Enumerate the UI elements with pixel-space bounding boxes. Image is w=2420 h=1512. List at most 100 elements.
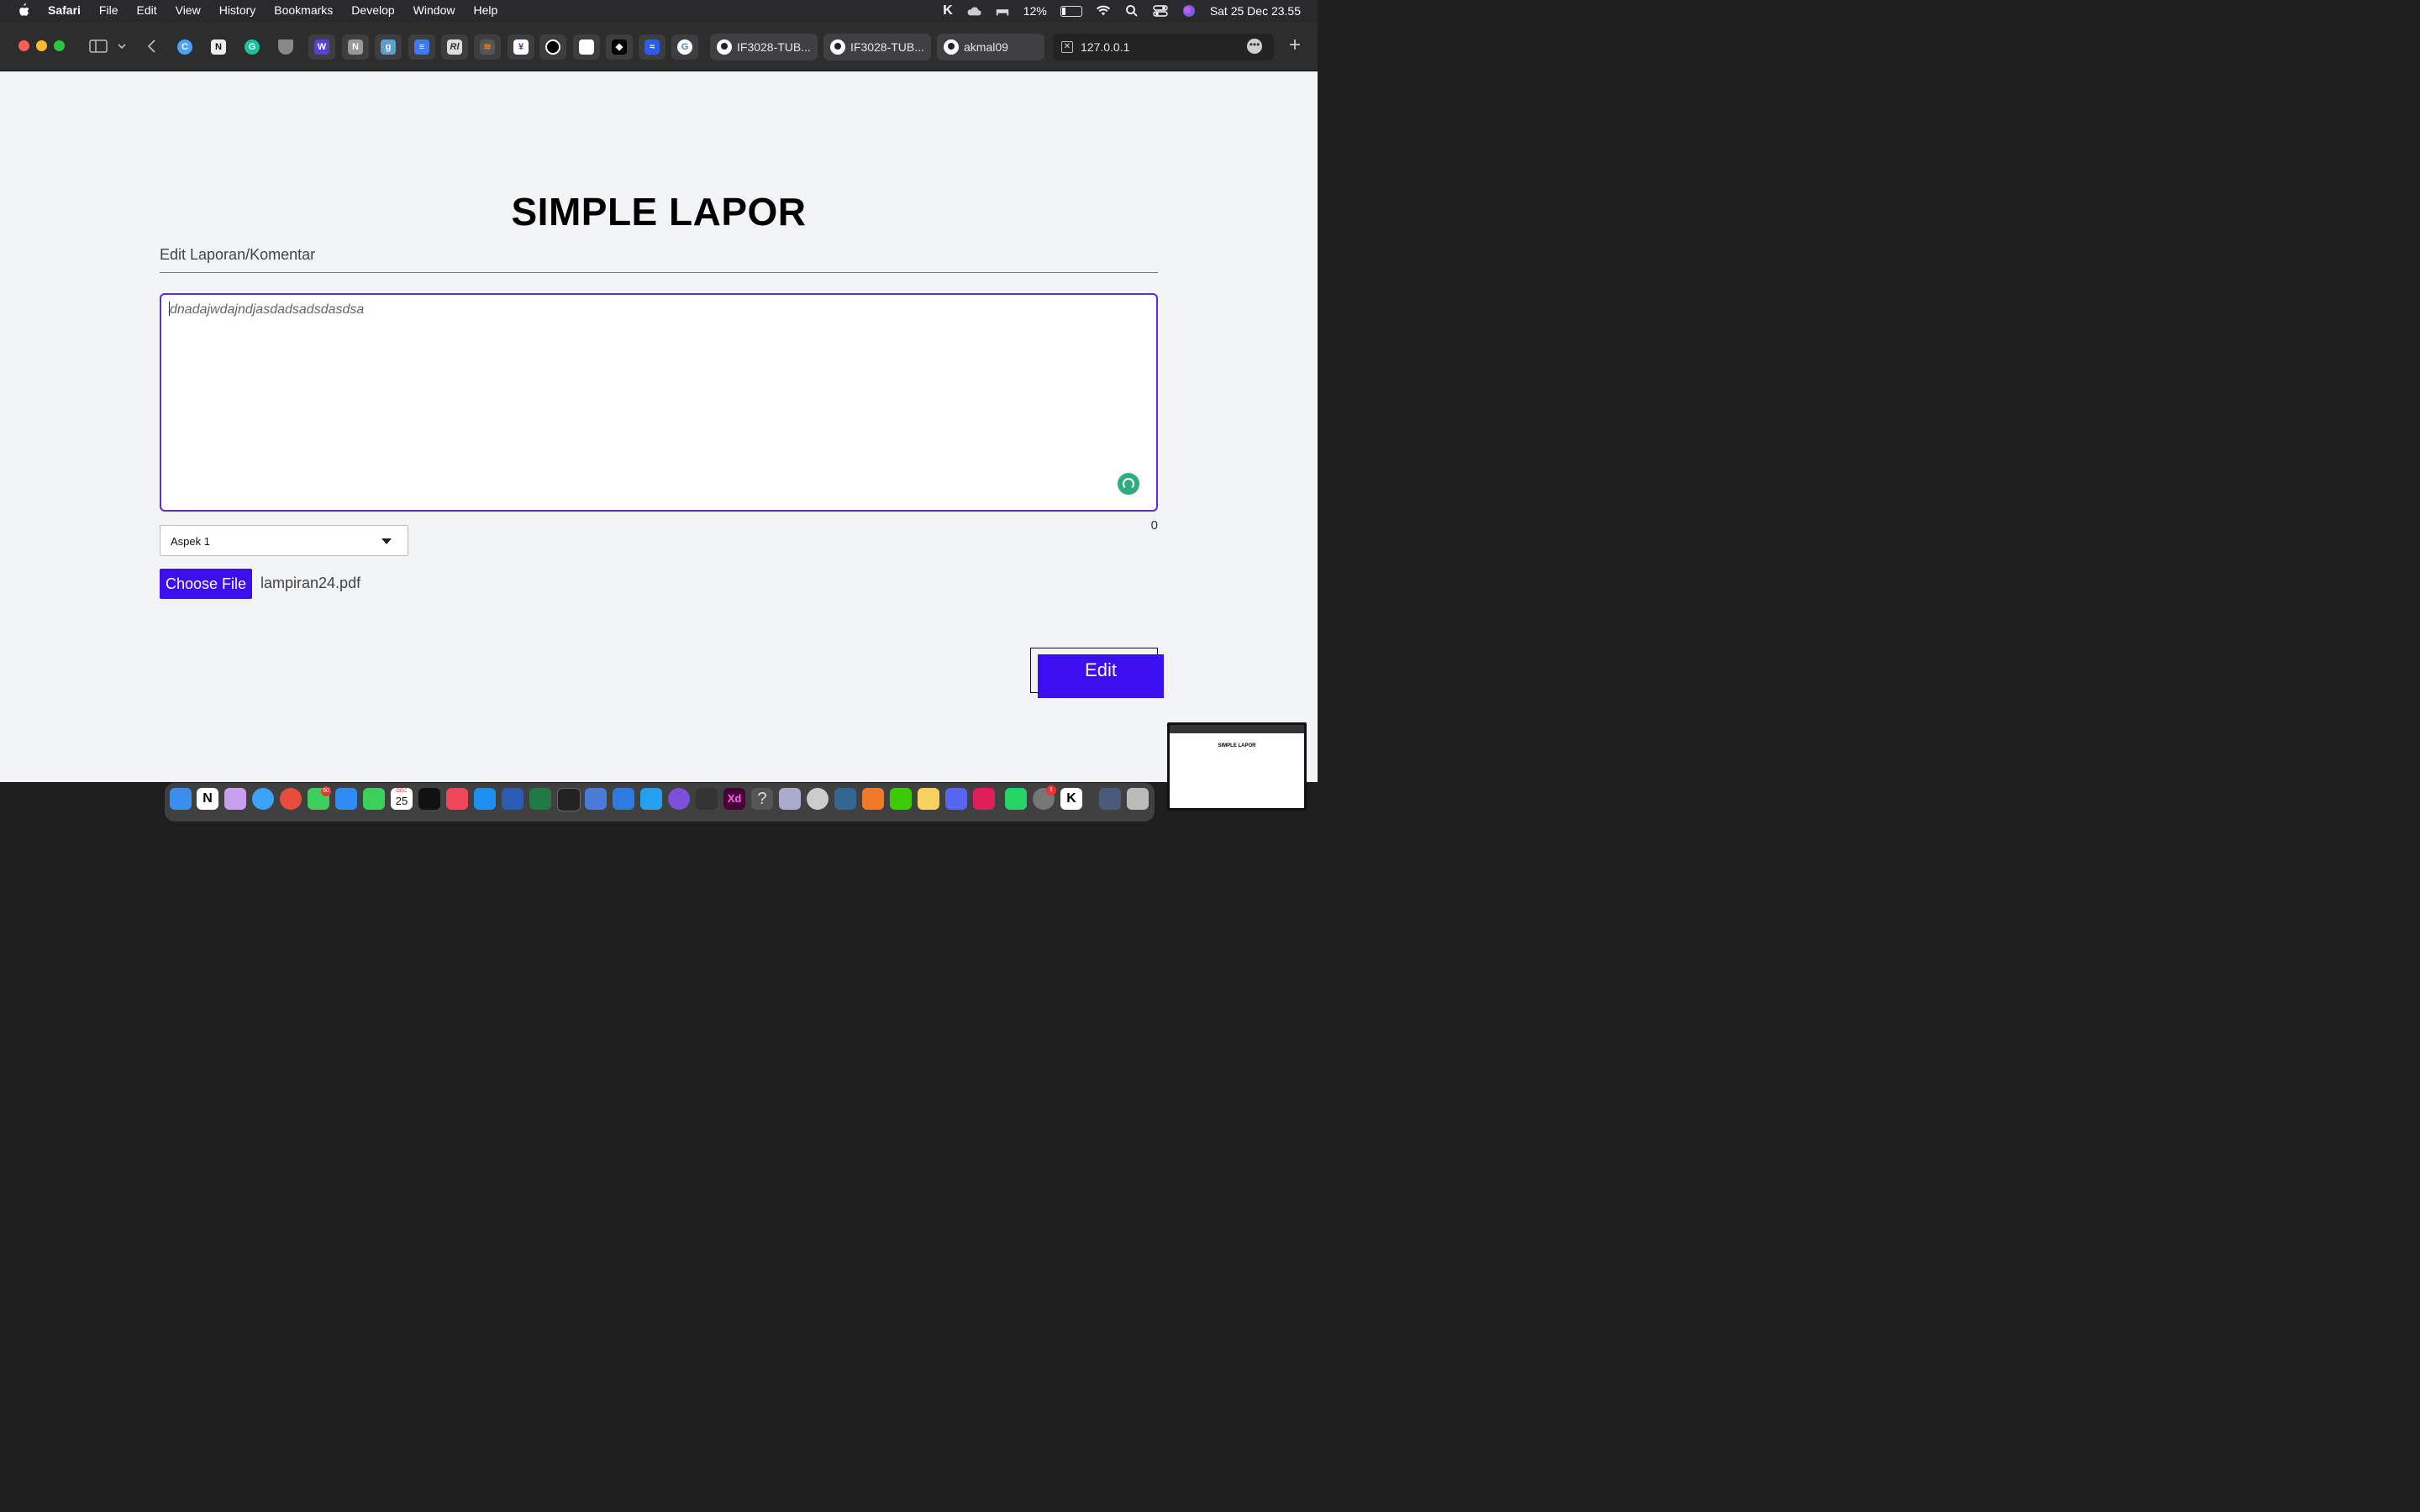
control-center-icon[interactable] — [1153, 4, 1168, 18]
favorite-apple-icon[interactable] — [573, 34, 600, 60]
report-textarea[interactable]: dnadajwdajndjasdadsadsdasdsa — [160, 293, 1158, 512]
zoom-window-button[interactable] — [54, 40, 65, 51]
selected-file-name: lampiran24.pdf — [260, 575, 361, 591]
safari-icon[interactable] — [252, 788, 274, 810]
cloud-icon[interactable] — [966, 4, 981, 18]
notes-icon[interactable] — [918, 788, 939, 810]
terminal-icon[interactable] — [557, 788, 581, 811]
grammarly-icon[interactable] — [1118, 473, 1139, 495]
figma-icon[interactable] — [696, 788, 718, 810]
report-text: dnadajwdajndjasdadsadsdasdsa — [170, 302, 365, 317]
developer-icon[interactable] — [613, 788, 634, 810]
favorite-c-icon[interactable]: C — [171, 34, 198, 60]
siri-icon[interactable] — [1181, 4, 1197, 18]
chrome-icon[interactable] — [280, 788, 302, 810]
favorite-rl-icon[interactable]: Rl — [441, 34, 468, 60]
page-subtitle: Edit Laporan/Komentar — [160, 246, 316, 263]
favorite-bird-icon[interactable]: ◆ — [606, 34, 633, 60]
bed-icon[interactable] — [995, 4, 1010, 18]
slack-icon[interactable] — [973, 788, 995, 810]
whatsapp-icon[interactable] — [1005, 788, 1027, 810]
apple-tv-icon[interactable] — [418, 788, 440, 810]
pen-app-icon[interactable] — [862, 788, 884, 810]
mail-icon[interactable] — [335, 788, 357, 810]
postgres-icon[interactable] — [834, 788, 856, 810]
minimize-window-button[interactable] — [36, 40, 47, 51]
favorite-g-icon[interactable]: g — [375, 34, 402, 60]
launchpad-icon[interactable] — [224, 788, 246, 810]
calendar-icon[interactable]: DEC 25 — [391, 788, 413, 810]
edit-button[interactable]: Edit — [1038, 654, 1164, 698]
vscode-icon[interactable] — [640, 788, 662, 810]
xcode-icon[interactable] — [585, 788, 607, 810]
more-icon[interactable]: ••• — [1247, 39, 1262, 54]
favorite-docs-icon[interactable]: ≡ — [408, 34, 435, 60]
battery-icon[interactable] — [1060, 5, 1082, 17]
search-icon[interactable] — [1124, 4, 1139, 18]
wifi-icon[interactable] — [1096, 4, 1111, 18]
tab-github-3[interactable]: akmal09 — [937, 34, 1044, 60]
menu-file[interactable]: File — [99, 3, 118, 17]
menu-view[interactable]: View — [176, 3, 201, 17]
calendar-day: 25 — [395, 795, 408, 807]
adobe-xd-icon[interactable]: Xd — [723, 788, 745, 810]
favorite-circle-icon[interactable] — [539, 34, 566, 60]
divider — [160, 272, 1158, 273]
favorite-w-icon[interactable]: W — [308, 34, 335, 60]
k-app-icon[interactable]: K — [943, 3, 953, 18]
favorite-grammarly-icon[interactable]: G — [239, 34, 266, 60]
battery-percent: 12% — [1023, 4, 1047, 18]
tableplus-icon[interactable] — [807, 788, 829, 810]
favorite-shield-icon[interactable] — [272, 34, 299, 60]
screenshot-stack-icon[interactable] — [1099, 788, 1121, 810]
favorite-n-icon[interactable]: N — [342, 34, 369, 60]
excel-icon[interactable] — [529, 788, 551, 810]
chevron-down-icon[interactable] — [116, 37, 128, 55]
menu-edit[interactable]: Edit — [136, 3, 156, 17]
favorite-ekko-icon[interactable]: ¥ — [508, 34, 534, 60]
favorite-notion-icon[interactable]: N — [205, 34, 232, 60]
menu-develop[interactable]: Develop — [351, 3, 394, 17]
menu-window[interactable]: Window — [413, 3, 455, 17]
tab-label: IF3028-TUB... — [850, 40, 924, 54]
aspect-select[interactable]: Aspek 1 — [160, 525, 408, 556]
sidebar-icon[interactable] — [89, 37, 108, 55]
notion-icon[interactable]: N — [197, 788, 218, 810]
word-icon[interactable] — [502, 788, 523, 810]
github-icon — [717, 39, 732, 55]
discord-icon[interactable] — [945, 788, 967, 810]
favorite-google-icon[interactable]: G — [671, 34, 698, 60]
screenshot-thumbnail[interactable]: SIMPLE LAPOR — [1167, 722, 1307, 811]
menu-history[interactable]: History — [219, 3, 256, 17]
tab-github-2[interactable]: IF3028-TUB... — [823, 34, 931, 60]
new-tab-button[interactable]: + — [1289, 34, 1301, 57]
finder-icon[interactable] — [170, 788, 192, 810]
choose-file-button[interactable]: Choose File — [160, 569, 252, 599]
menubar-clock[interactable]: Sat 25 Dec 23.55 — [1210, 4, 1301, 18]
page-title: SIMPLE LAPOR — [511, 190, 807, 234]
close-window-button[interactable] — [18, 40, 29, 51]
tab-localhost[interactable]: ✕ 127.0.0.1 — [1053, 34, 1274, 60]
thumbnail-title: SIMPLE LAPOR — [1218, 743, 1256, 748]
music-icon[interactable] — [446, 788, 468, 810]
close-tab-icon[interactable]: ✕ — [1061, 41, 1073, 53]
apple-logo-icon[interactable] — [17, 3, 30, 18]
menu-app-name[interactable]: Safari — [48, 3, 81, 17]
favorite-stack-icon[interactable]: ≋ — [474, 34, 501, 60]
favorite-wave-icon[interactable]: ≈ — [639, 34, 666, 60]
help-icon[interactable]: ? — [751, 788, 773, 810]
k-app-dock-icon[interactable]: K — [1060, 788, 1082, 810]
menu-help[interactable]: Help — [473, 3, 497, 17]
tab-github-1[interactable]: IF3028-TUB... — [710, 34, 818, 60]
back-arrow-icon[interactable] — [143, 37, 161, 55]
thumbnail-toolbar — [1170, 725, 1304, 733]
app-store-icon[interactable] — [474, 788, 496, 810]
github-icon — [944, 39, 959, 55]
menu-bookmarks[interactable]: Bookmarks — [274, 3, 333, 17]
preferences-tool-icon[interactable] — [779, 788, 801, 810]
trash-icon[interactable] — [1127, 788, 1149, 810]
github-desktop-icon[interactable] — [668, 788, 690, 810]
web-page: SIMPLE LAPOR Edit Laporan/Komentar dnada… — [0, 71, 1318, 782]
facetime-icon[interactable] — [363, 788, 385, 810]
line-icon[interactable] — [890, 788, 912, 810]
